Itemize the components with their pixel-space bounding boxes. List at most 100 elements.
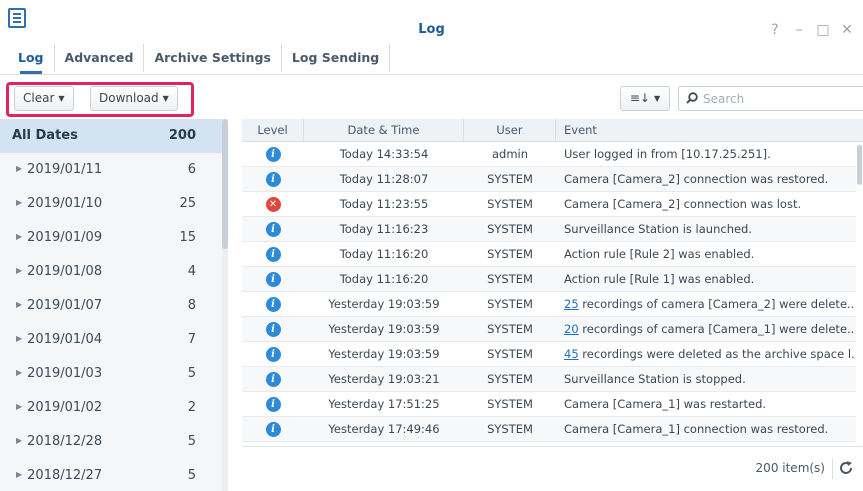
date-item[interactable]: ▶ 2018/12/28 5 xyxy=(0,425,222,459)
date-item[interactable]: ▶ 2019/01/02 2 xyxy=(0,391,222,425)
search-input[interactable] xyxy=(703,90,853,108)
expand-arrow-icon[interactable]: ▶ xyxy=(16,232,22,241)
user-cell: SYSTEM xyxy=(487,272,533,286)
date-item[interactable]: ▶ 2019/01/03 5 xyxy=(0,357,222,391)
date-item-count: 200 xyxy=(168,128,196,143)
grid-footer: 200 item(s) xyxy=(242,446,863,491)
user-cell: SYSTEM xyxy=(487,197,533,211)
refresh-icon[interactable] xyxy=(837,459,855,477)
date-item[interactable]: ▶ 2019/01/04 7 xyxy=(0,323,222,357)
date-item-label: 2019/01/10 xyxy=(27,196,103,211)
expand-arrow-icon[interactable]: ▶ xyxy=(16,402,22,411)
column-header-level[interactable]: Level xyxy=(242,119,304,142)
event-cell: Camera [Camera_1] connection was restore… xyxy=(564,417,854,442)
date-item[interactable]: ▶ 2019/01/08 4 xyxy=(0,255,222,289)
table-row[interactable]: i Today 14:33:54 admin User logged in from … xyxy=(242,142,856,167)
level-cell: i xyxy=(242,392,304,417)
tab-log[interactable]: Log xyxy=(8,44,55,74)
table-row[interactable]: i Yesterday 17:51:25 SYSTEM Camera [Camera_… xyxy=(242,392,856,417)
grid-body: i Today 14:33:54 admin User logged in from … xyxy=(242,142,863,442)
info-icon: i xyxy=(265,222,281,237)
tab-log-sending[interactable]: Log Sending xyxy=(282,44,391,72)
info-icon: i xyxy=(265,272,281,287)
download-button-label: Download xyxy=(99,91,159,105)
tab-divider xyxy=(0,74,863,75)
tab-advanced[interactable]: Advanced xyxy=(55,44,145,72)
window-title: Log xyxy=(418,22,445,37)
help-icon[interactable]: ? xyxy=(765,21,785,39)
level-cell: i xyxy=(242,342,304,367)
table-row[interactable]: i Yesterday 19:03:59 SYSTEM 45 recordings w… xyxy=(242,342,856,367)
table-row[interactable]: i Yesterday 19:03:59 SYSTEM 20 recordings o… xyxy=(242,317,856,342)
table-row[interactable]: i Yesterday 17:49:46 SYSTEM Camera [Camera_… xyxy=(242,417,856,442)
maximize-icon[interactable]: □ xyxy=(813,21,833,39)
date-time-cell: Today 11:16:20 xyxy=(339,247,429,261)
event-text: Camera [Camera_1] connection was restore… xyxy=(564,422,829,436)
date-time-cell: Yesterday 19:03:21 xyxy=(328,372,440,386)
table-row[interactable]: i Today 11:16:20 SYSTEM Action rule [Rule 1… xyxy=(242,267,856,292)
table-row[interactable]: i Today 11:16:20 SYSTEM Action rule [Rule 2… xyxy=(242,242,856,267)
event-count-link[interactable]: 45 xyxy=(564,347,579,361)
event-text: recordings of camera [Camera_2] were del… xyxy=(578,297,854,311)
event-cell: 25 recordings of camera [Camera_2] were … xyxy=(564,292,854,317)
close-icon[interactable]: ✕ xyxy=(837,21,857,39)
user-cell: admin xyxy=(491,147,529,161)
date-item-all[interactable]: All Dates 200 xyxy=(0,119,222,153)
sort-button[interactable]: ≡↓ ▼ xyxy=(620,86,670,111)
date-item-count: 6 xyxy=(187,162,196,177)
table-row[interactable]: i Today 11:28:07 SYSTEM Camera [Camera_2] c… xyxy=(242,167,856,192)
date-item[interactable]: ▶ 2019/01/11 6 xyxy=(0,153,222,187)
date-item[interactable]: ▶ 2019/01/07 8 xyxy=(0,289,222,323)
event-count-link[interactable]: 20 xyxy=(564,322,579,336)
date-item-label: 2019/01/09 xyxy=(27,230,103,245)
date-item[interactable]: ▶ 2018/12/27 5 xyxy=(0,459,222,491)
date-item-label: 2019/01/11 xyxy=(27,162,103,177)
date-time-cell: Today 11:23:55 xyxy=(339,197,429,211)
user-cell: SYSTEM xyxy=(487,222,533,236)
expand-arrow-icon[interactable]: ▶ xyxy=(16,334,22,343)
column-header-event[interactable]: Event xyxy=(556,119,863,142)
level-cell: i xyxy=(242,142,304,167)
info-icon: i xyxy=(265,347,281,362)
clear-button[interactable]: Clear ▼ xyxy=(14,86,74,111)
expand-arrow-icon[interactable]: ▶ xyxy=(16,470,22,479)
search-box[interactable] xyxy=(678,86,863,111)
tab-archive-settings[interactable]: Archive Settings xyxy=(144,44,282,72)
expand-arrow-icon[interactable]: ▶ xyxy=(16,300,22,309)
info-icon: i xyxy=(265,147,281,162)
grid-scroll-thumb[interactable] xyxy=(857,145,862,185)
date-item[interactable]: ▶ 2019/01/10 25 xyxy=(0,187,222,221)
event-count-link[interactable]: 25 xyxy=(564,297,579,311)
expand-arrow-icon[interactable]: ▶ xyxy=(16,164,22,173)
table-row[interactable]: i Today 11:16:23 SYSTEM Surveillance Statio… xyxy=(242,217,856,242)
log-grid: Level Date & Time User Event i Today 14:3… xyxy=(242,119,863,491)
level-cell: i xyxy=(242,267,304,292)
expand-arrow-icon[interactable]: ▶ xyxy=(16,266,22,275)
download-button[interactable]: Download ▼ xyxy=(90,86,178,111)
expand-arrow-icon[interactable]: ▶ xyxy=(16,368,22,377)
expand-arrow-icon[interactable]: ▶ xyxy=(16,198,22,207)
date-filter-panel: All Dates 200 ▶ 2019/01/11 6 ▶ 2019/01/10 … xyxy=(0,119,228,491)
clear-button-label: Clear xyxy=(23,91,55,105)
table-row[interactable]: i Yesterday 19:03:59 SYSTEM 25 recordings o… xyxy=(242,292,856,317)
grid-scrollbar[interactable] xyxy=(856,142,863,442)
date-time-cell: Yesterday 19:03:59 xyxy=(328,297,440,311)
minimize-icon[interactable]: – xyxy=(789,21,809,39)
date-item[interactable]: ▶ 2019/01/09 15 xyxy=(0,221,222,255)
footer-divider xyxy=(832,459,833,479)
event-cell: Surveillance Station is launched. xyxy=(564,217,854,242)
column-header-date-time[interactable]: Date & Time xyxy=(304,119,464,142)
info-icon: i xyxy=(265,172,281,187)
table-row[interactable]: ✕ Today 11:23:55 SYSTEM Camera [Camera_2] c… xyxy=(242,192,856,217)
column-header-user[interactable]: User xyxy=(464,119,556,142)
search-icon xyxy=(686,92,698,104)
user-cell: SYSTEM xyxy=(487,172,533,186)
event-cell: Camera [Camera_2] connection was restore… xyxy=(564,167,854,192)
date-item-label: 2019/01/03 xyxy=(27,366,103,381)
date-item-count: 8 xyxy=(187,298,196,313)
date-item-label: 2019/01/04 xyxy=(27,332,103,347)
expand-arrow-icon[interactable]: ▶ xyxy=(16,436,22,445)
level-cell: i xyxy=(242,417,304,442)
date-panel-scroll-thumb[interactable] xyxy=(222,119,228,249)
table-row[interactable]: i Yesterday 19:03:21 SYSTEM Surveillance St… xyxy=(242,367,856,392)
